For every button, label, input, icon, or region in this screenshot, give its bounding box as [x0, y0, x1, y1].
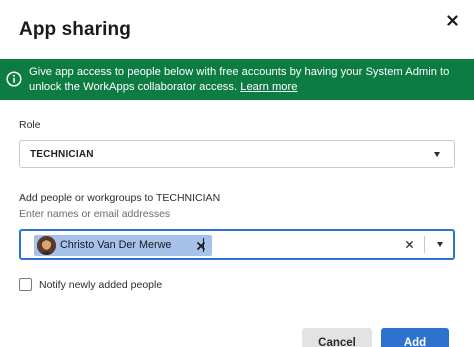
user-avatar: [37, 236, 56, 255]
avatar-photo-icon: [37, 236, 56, 255]
dialog-title: App sharing: [19, 19, 131, 40]
add-button-label: Add: [403, 337, 427, 347]
people-multiselect[interactable]: Christo Van Der Merwe: [19, 229, 455, 260]
banner-text-line-1: Give app access to people below with fre…: [29, 66, 450, 78]
people-dropdown-toggle[interactable]: [427, 231, 453, 258]
banner-text-line-2-text: unlock the WorkApps collaborator access.: [29, 80, 238, 93]
info-circle-icon: [6, 71, 22, 87]
person-chip: Christo Van Der Merwe: [34, 235, 212, 256]
add-button[interactable]: Add: [381, 328, 449, 347]
banner-message: Give app access to people below with fre…: [29, 65, 469, 94]
cancel-button[interactable]: Cancel: [302, 328, 372, 347]
close-icon: [446, 14, 458, 26]
close-button[interactable]: [441, 9, 463, 31]
role-selected-value: TECHNICIAN: [30, 149, 94, 160]
app-sharing-dialog: App sharing Give app access to people be…: [0, 0, 474, 347]
learn-more-link[interactable]: Learn more: [240, 81, 297, 93]
clear-selection-button[interactable]: [404, 239, 415, 250]
role-label: Role: [19, 119, 41, 131]
separator: [424, 236, 425, 253]
info-banner: Give app access to people below with fre…: [0, 59, 474, 100]
cancel-button-label: Cancel: [318, 337, 356, 347]
chip-label: Christo Van Der Merwe: [60, 239, 172, 251]
notify-checkbox[interactable]: [19, 278, 32, 291]
people-hint: Enter names or email addresses: [19, 208, 171, 220]
chevron-down-icon: [437, 242, 443, 247]
people-search-input[interactable]: [201, 234, 391, 256]
banner-text-line-2: unlock the WorkApps collaborator access.…: [29, 80, 469, 95]
people-label: Add people or workgroups to TECHNICIAN: [19, 192, 221, 204]
chevron-down-icon: [434, 152, 440, 157]
clear-icon: [406, 241, 413, 248]
text-cursor: [203, 238, 204, 252]
role-select[interactable]: TECHNICIAN: [19, 140, 455, 168]
notify-label: Notify newly added people: [39, 279, 163, 291]
